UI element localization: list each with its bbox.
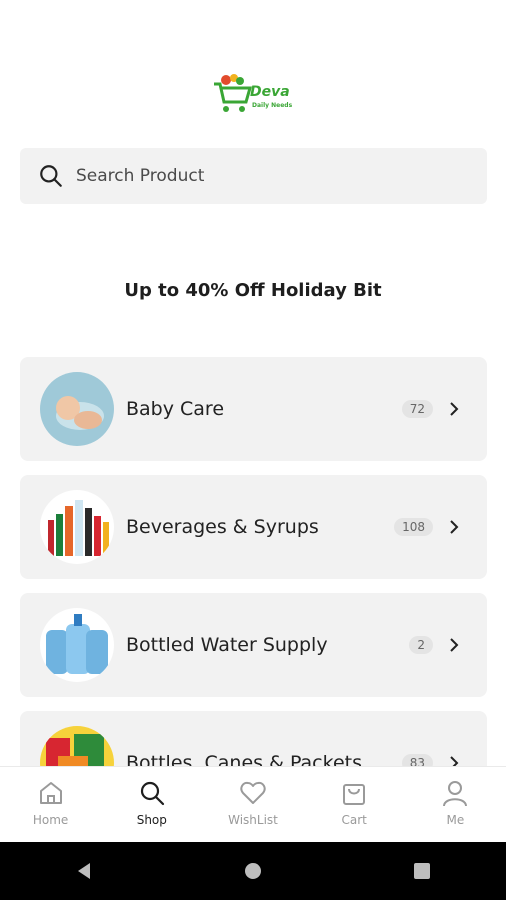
bottom-navigation: Home Shop WishList Cart Me bbox=[0, 766, 506, 843]
beverages-image bbox=[40, 490, 114, 564]
chevron-right-icon bbox=[450, 638, 459, 652]
chevron-right-icon bbox=[450, 402, 459, 416]
search-icon bbox=[140, 781, 164, 806]
nav-me-label: Me bbox=[446, 813, 465, 827]
category-count-badge: 2 bbox=[409, 636, 433, 654]
search-icon bbox=[40, 165, 62, 187]
system-navigation-bar bbox=[0, 842, 506, 900]
home-icon bbox=[39, 782, 62, 804]
logo-tagline: Daily Needs bbox=[252, 102, 293, 109]
nav-home-label: Home bbox=[32, 813, 69, 827]
category-card-beverages[interactable]: Beverages & Syrups 108 bbox=[20, 475, 487, 579]
nav-shop[interactable]: Shop bbox=[101, 767, 202, 843]
nav-home[interactable]: Home bbox=[0, 767, 101, 843]
nav-me[interactable]: Me bbox=[405, 767, 506, 843]
back-icon[interactable] bbox=[74, 861, 94, 881]
logo-name: Deva bbox=[250, 84, 290, 100]
nav-cart-label: Cart bbox=[341, 813, 367, 827]
baby-care-image bbox=[40, 372, 114, 446]
bottled-water-image bbox=[40, 608, 114, 682]
app-logo: Deva Daily Needs bbox=[212, 72, 298, 118]
nav-wishlist-label: WishList bbox=[228, 813, 278, 827]
category-count-badge: 72 bbox=[401, 400, 433, 418]
category-card-bottled-water[interactable]: Bottled Water Supply 2 bbox=[20, 593, 487, 697]
recents-icon[interactable] bbox=[412, 861, 432, 881]
nav-wishlist[interactable]: WishList bbox=[202, 767, 303, 843]
search-input[interactable] bbox=[74, 165, 458, 187]
cart-logo-icon bbox=[214, 74, 252, 112]
category-card-baby-care[interactable]: Baby Care 72 bbox=[20, 357, 487, 461]
user-icon bbox=[443, 781, 468, 807]
home-circle-icon[interactable] bbox=[243, 861, 263, 881]
category-label: Bottled Water Supply bbox=[126, 634, 328, 656]
heart-icon bbox=[240, 781, 266, 804]
category-label: Baby Care bbox=[126, 398, 225, 420]
nav-cart[interactable]: Cart bbox=[304, 767, 405, 843]
promo-banner-text: Up to 40% Off Holiday Bit bbox=[124, 280, 382, 301]
category-label: Beverages & Syrups bbox=[126, 516, 319, 538]
nav-shop-label: Shop bbox=[136, 813, 167, 827]
bag-icon bbox=[343, 784, 366, 805]
chevron-right-icon bbox=[450, 520, 459, 534]
search-bar[interactable] bbox=[20, 148, 487, 204]
category-count-badge: 108 bbox=[394, 518, 433, 536]
